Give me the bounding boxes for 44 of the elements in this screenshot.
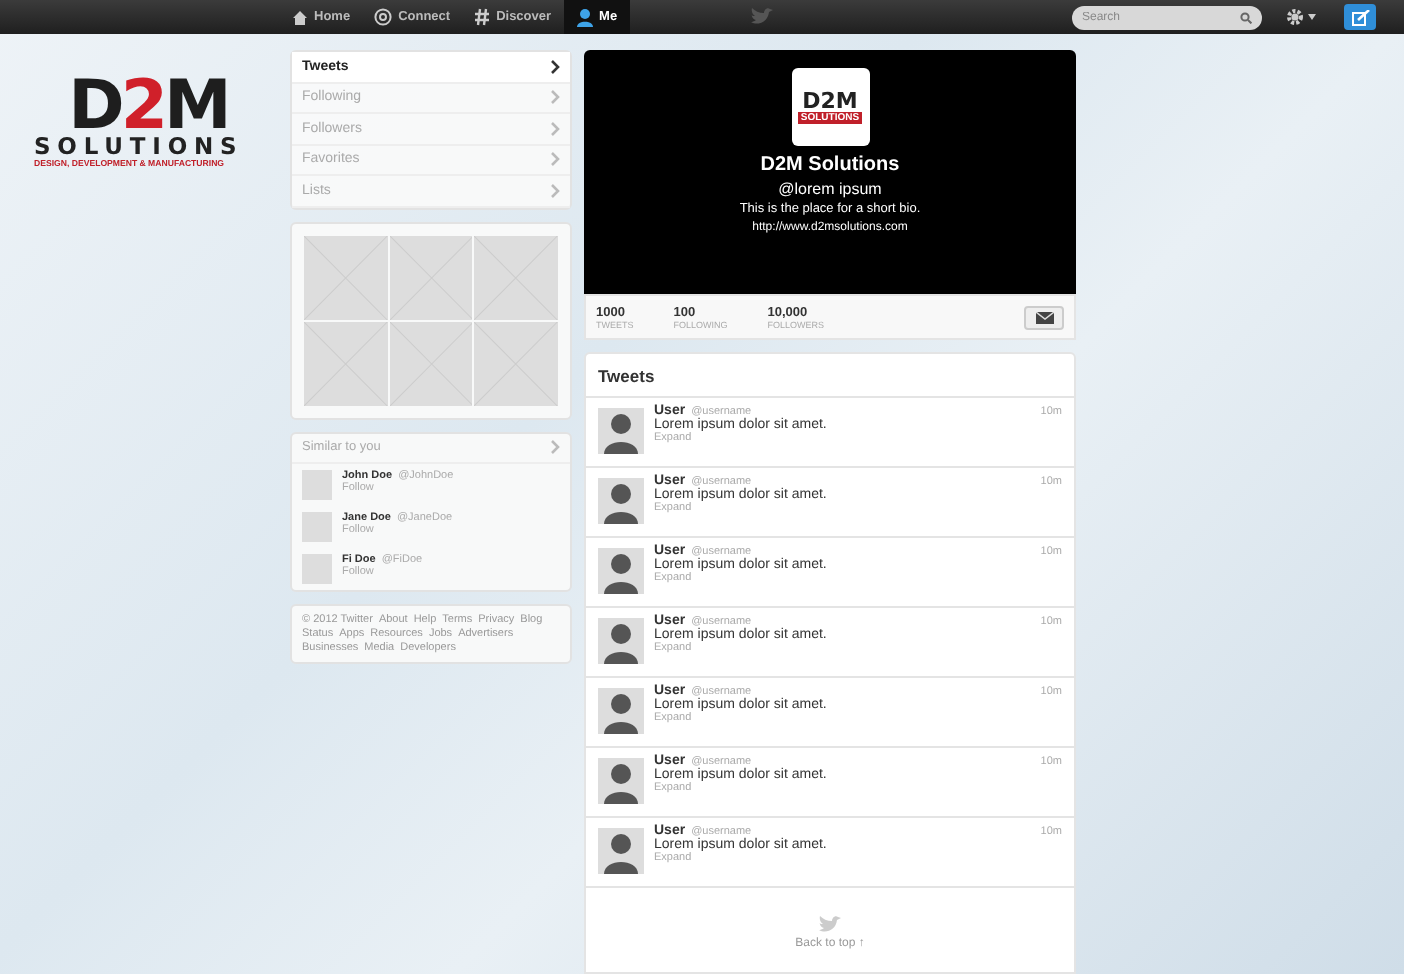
avatar-silhouette-icon xyxy=(598,548,644,594)
message-button[interactable] xyxy=(1024,305,1064,329)
profile-handle: @lorem ipsum xyxy=(778,180,882,198)
caret-icon xyxy=(1308,14,1316,20)
settings-button[interactable] xyxy=(1286,8,1316,26)
compose-icon xyxy=(1351,9,1369,25)
profile-name: D2M Solutions xyxy=(760,154,900,176)
timeline-title: Tweets xyxy=(598,365,655,385)
logo-mark: D2M xyxy=(802,90,858,112)
bird-icon xyxy=(749,8,774,26)
avatar-silhouette-icon xyxy=(598,478,644,524)
compose-button[interactable] xyxy=(1344,4,1376,30)
avatar-placeholder xyxy=(302,511,332,541)
avatar-silhouette-icon xyxy=(598,688,644,734)
person-icon xyxy=(575,7,594,27)
chevron-icon xyxy=(550,152,560,167)
chevron-icon xyxy=(550,183,560,198)
chevron-icon xyxy=(550,59,560,74)
photo-placeholder[interactable] xyxy=(389,321,473,405)
settings-icon xyxy=(1286,8,1304,26)
photo-placeholder[interactable] xyxy=(304,235,388,319)
bird-icon xyxy=(818,916,842,934)
logo-letter: M xyxy=(164,78,228,134)
chevron-icon xyxy=(550,90,560,105)
avatar-placeholder xyxy=(302,553,332,583)
avatar-silhouette-icon xyxy=(598,758,644,804)
home-icon xyxy=(292,9,308,25)
photo-placeholder[interactable] xyxy=(474,235,558,319)
logo-letter: D xyxy=(68,78,121,134)
logo-wordmark: SOLUTIONS xyxy=(34,134,246,158)
envelope-icon xyxy=(1035,311,1053,323)
avatar-silhouette-icon xyxy=(598,828,644,874)
chevron-icon xyxy=(550,121,560,136)
photo-placeholder[interactable] xyxy=(304,321,388,405)
photo-placeholder[interactable] xyxy=(474,321,558,405)
avatar-placeholder xyxy=(302,469,332,499)
chevron-icon xyxy=(550,440,560,454)
avatar-silhouette-icon xyxy=(598,618,644,664)
hash-icon xyxy=(474,8,491,26)
avatar-silhouette-icon xyxy=(598,408,644,454)
logo-letter: 2 xyxy=(120,78,165,134)
at-sign-icon xyxy=(374,8,393,26)
photo-placeholder[interactable] xyxy=(389,235,473,319)
search-icon xyxy=(1240,11,1252,23)
